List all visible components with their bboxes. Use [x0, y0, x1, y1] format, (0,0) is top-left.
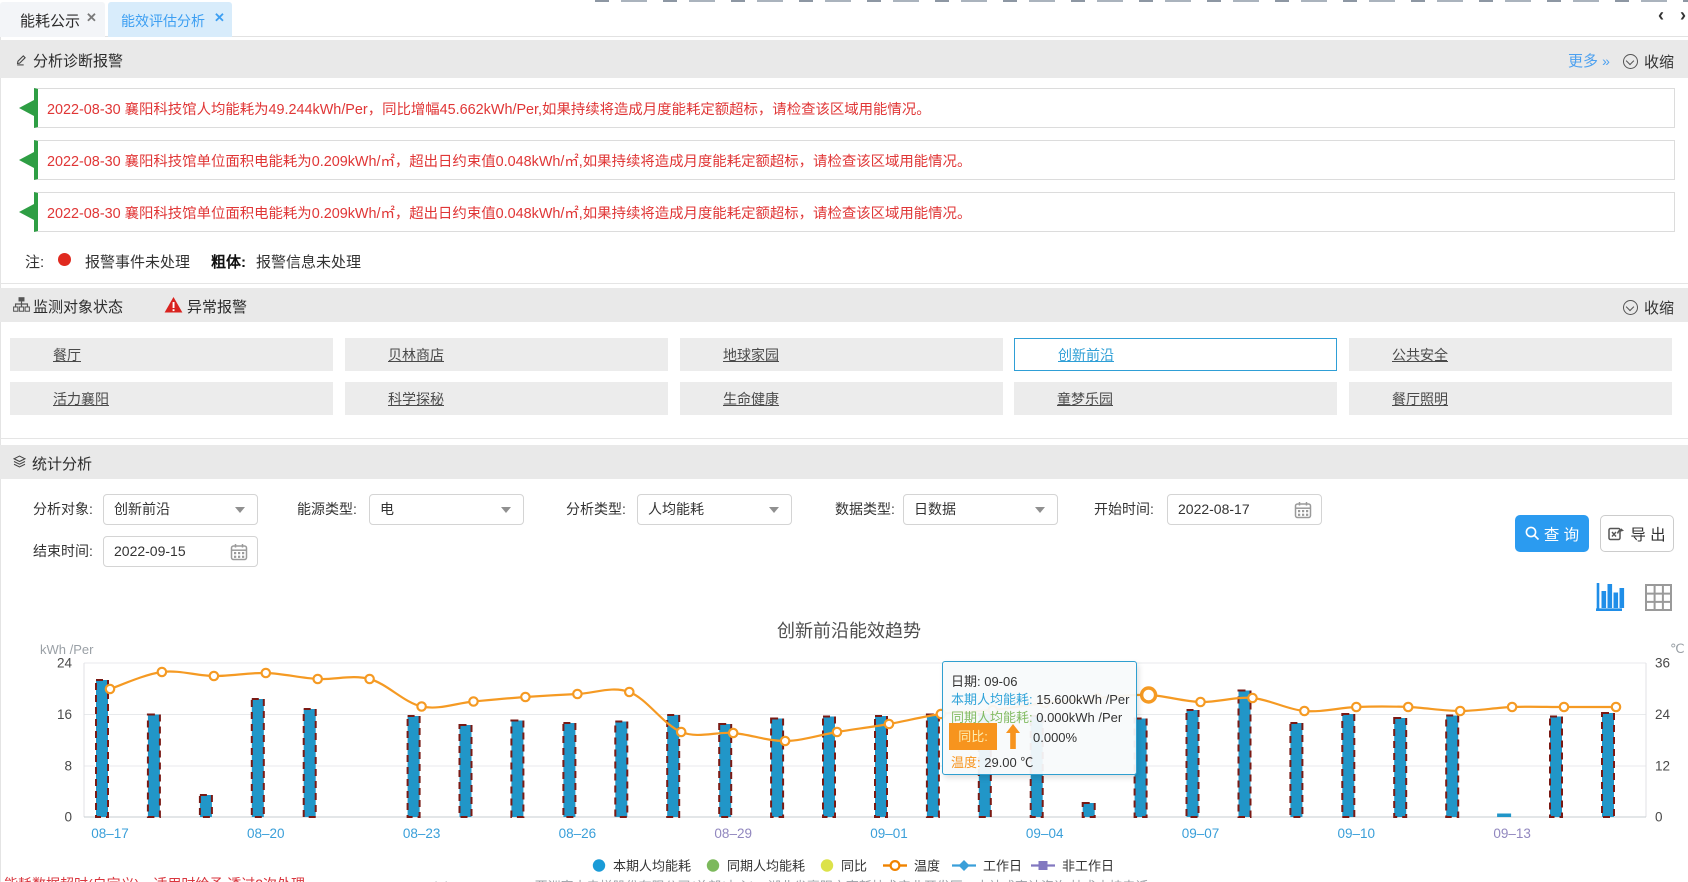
svg-text:36: 36: [1655, 656, 1670, 671]
svg-text:08–26: 08–26: [559, 826, 597, 841]
svg-text:09–13: 09–13: [1493, 826, 1531, 841]
svg-text:24: 24: [57, 656, 73, 671]
svg-text:09–10: 09–10: [1338, 826, 1376, 841]
svg-text:08–20: 08–20: [247, 826, 285, 841]
svg-text:08–23: 08–23: [403, 826, 441, 841]
svg-text:09–07: 09–07: [1182, 826, 1220, 841]
svg-text:12: 12: [1655, 759, 1670, 774]
svg-text:同期人均能耗: 同期人均能耗: [727, 859, 805, 874]
svg-text:工作日: 工作日: [983, 859, 1022, 874]
svg-text:09–01: 09–01: [870, 826, 908, 841]
svg-text:09–04: 09–04: [1026, 826, 1064, 841]
svg-text:创新前沿能效趋势: 创新前沿能效趋势: [777, 621, 921, 641]
svg-text:同比: 同比: [841, 859, 867, 874]
svg-text:本期人均能耗: 本期人均能耗: [613, 859, 691, 874]
svg-text:非工作日: 非工作日: [1062, 859, 1114, 874]
svg-text:0: 0: [64, 810, 72, 825]
svg-text:温度: 温度: [914, 859, 940, 874]
svg-text:16: 16: [57, 707, 72, 722]
svg-text:08–29: 08–29: [714, 826, 752, 841]
svg-text:24: 24: [1655, 707, 1671, 722]
svg-text:8: 8: [64, 759, 72, 774]
svg-text:08–17: 08–17: [91, 826, 129, 841]
svg-text:℃: ℃: [1670, 641, 1685, 656]
svg-text:0: 0: [1655, 810, 1663, 825]
